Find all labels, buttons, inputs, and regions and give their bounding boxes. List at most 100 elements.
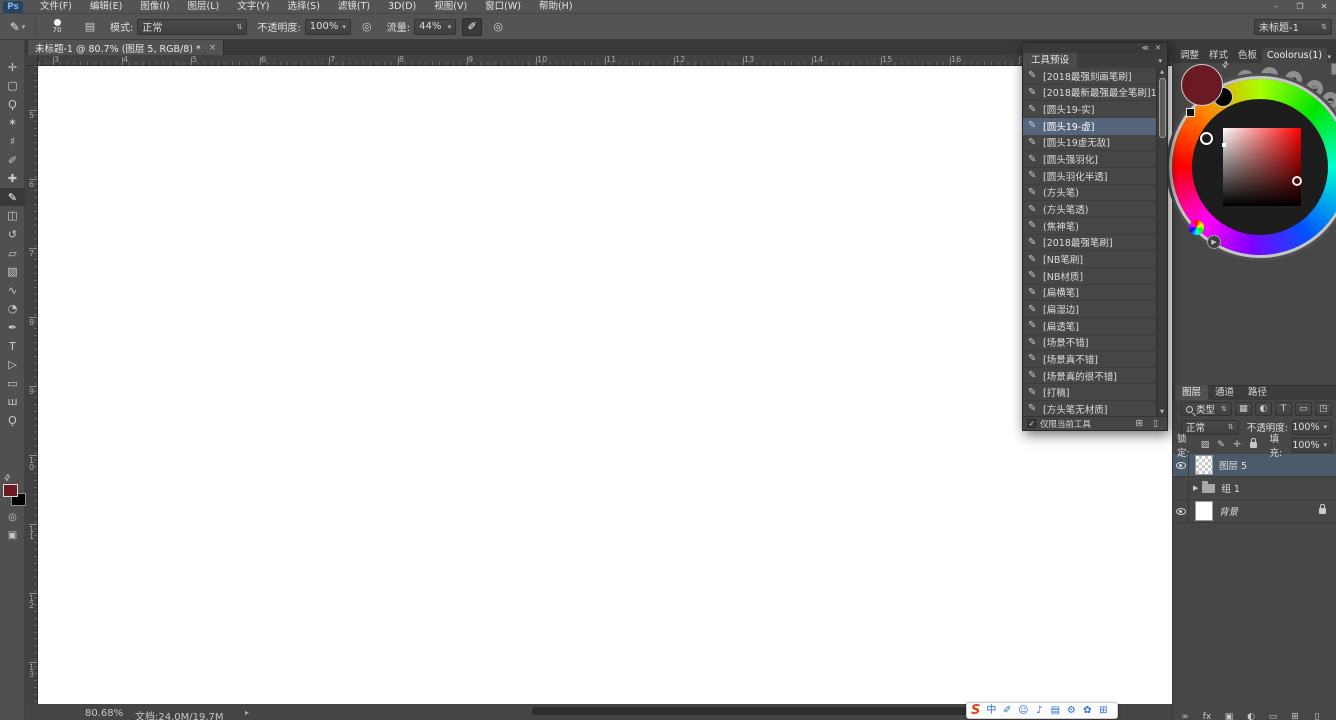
- layer-effects-icon[interactable]: fx: [1196, 712, 1218, 720]
- sv-selector[interactable]: [1292, 176, 1302, 186]
- crop-tool[interactable]: ♯: [0, 132, 25, 150]
- foreground-color-circle[interactable]: [1181, 64, 1223, 106]
- tab-[interactable]: 色板: [1233, 48, 1262, 63]
- swap-colors-icon[interactable]: ⇄: [2, 472, 13, 483]
- hand-tool[interactable]: ш: [0, 393, 25, 411]
- visibility-toggle[interactable]: [1173, 500, 1189, 522]
- menu-item-2[interactable]: 图像(I): [131, 0, 178, 13]
- preset-item[interactable]: ✎ [NB笔刷]: [1023, 251, 1156, 268]
- preset-item[interactable]: ✎ [打稿]: [1023, 384, 1156, 402]
- layer-thumbnail[interactable]: [1195, 501, 1213, 521]
- preset-item[interactable]: ✎ [2018最强笔刷]: [1023, 235, 1156, 252]
- minimize-button[interactable]: –: [1264, 0, 1288, 13]
- filter-type-icon[interactable]: T: [1275, 402, 1292, 416]
- tab-[interactable]: 样式: [1204, 48, 1233, 63]
- menu-item-3[interactable]: 图层(L): [179, 0, 229, 13]
- close-button[interactable]: ✕: [1312, 0, 1336, 13]
- status-menu-icon[interactable]: ▸: [245, 708, 249, 717]
- preset-item[interactable]: ✎ [圆头19虚无敌]: [1023, 135, 1156, 152]
- layer-thumbnail[interactable]: [1195, 455, 1213, 475]
- ime-tools-icon[interactable]: ⚙: [1063, 705, 1079, 716]
- close-panel-icon[interactable]: ✕: [1155, 44, 1161, 52]
- workspace-select[interactable]: 未标题-1 ⇅: [1254, 18, 1332, 35]
- brush-tool[interactable]: ✎: [0, 188, 25, 207]
- pressure-size-icon[interactable]: ◎: [488, 18, 508, 36]
- preset-item[interactable]: ✎ [场景真不错]: [1023, 351, 1156, 368]
- layer-opacity-select[interactable]: 100% ▾: [1292, 419, 1332, 435]
- blend-mode-select[interactable]: 正常 ⇅: [137, 18, 248, 35]
- saturation-value-square[interactable]: [1223, 128, 1301, 206]
- quick-mask-button[interactable]: ◎: [0, 512, 25, 528]
- tab-[interactable]: 调整: [1175, 48, 1204, 63]
- menu-item-7[interactable]: 3D(D): [379, 0, 425, 13]
- gradient-tool[interactable]: ▧: [0, 263, 25, 281]
- visibility-toggle[interactable]: [1173, 477, 1189, 499]
- tab-tool-presets[interactable]: 工具预设: [1023, 53, 1078, 68]
- preset-item[interactable]: ✎ [NB材质]: [1023, 268, 1156, 285]
- lock-paint-icon[interactable]: ✎: [1215, 439, 1228, 452]
- preset-item[interactable]: ✎ [2018最强刻画笔刷]: [1023, 68, 1156, 85]
- preset-item[interactable]: ✎ (焦神笔): [1023, 218, 1156, 235]
- marquee-tool[interactable]: ▢: [0, 77, 25, 95]
- ime-handwriting-icon[interactable]: ✐: [999, 705, 1015, 716]
- preset-item[interactable]: ✎ [圆头19-虚]: [1023, 117, 1156, 135]
- preset-item[interactable]: ✎ [扁透笔]: [1023, 318, 1156, 335]
- brush-tool-preview[interactable]: ✎ ▾: [4, 16, 36, 37]
- hue-ring-selector[interactable]: [1200, 132, 1213, 145]
- move-tool[interactable]: ✛: [0, 58, 25, 76]
- toggle-brush-panel-button[interactable]: ▤: [80, 18, 100, 36]
- path-select-tool[interactable]: ▷: [0, 356, 25, 374]
- scroll-up-icon[interactable]: ▲: [1160, 68, 1164, 76]
- lock-transparency-icon[interactable]: ▨: [1199, 439, 1212, 452]
- color-wheel-mode-icon[interactable]: [1189, 220, 1204, 235]
- menu-item-5[interactable]: 选择(S): [278, 0, 328, 13]
- foreground-color-swatch[interactable]: [3, 484, 18, 497]
- restore-button[interactable]: ❐: [1288, 0, 1312, 13]
- preset-item[interactable]: ✎ [圆头羽化半透]: [1023, 168, 1156, 185]
- horizontal-scrollbar[interactable]: [532, 707, 968, 715]
- preset-scrollbar[interactable]: ▲ ▼: [1156, 68, 1167, 416]
- ime-mode-chinese[interactable]: 中: [983, 705, 999, 716]
- preset-item[interactable]: ✎ (方头笔透): [1023, 201, 1156, 218]
- tab-1[interactable]: 通道: [1208, 385, 1241, 400]
- preset-item[interactable]: ✎ (方头笔): [1023, 185, 1156, 202]
- flow-select[interactable]: 44% ▾: [414, 18, 457, 35]
- canvas[interactable]: [38, 66, 1172, 704]
- dodge-tool[interactable]: ◔: [0, 300, 25, 318]
- pen-tool[interactable]: ✒: [0, 318, 25, 336]
- current-tool-only-checkbox[interactable]: ✓: [1027, 419, 1036, 428]
- filter-pixel-icon[interactable]: ▦: [1235, 402, 1252, 416]
- panel-menu-icon[interactable]: ▾: [1327, 53, 1336, 63]
- type-tool[interactable]: T: [0, 337, 25, 355]
- visibility-toggle[interactable]: [1173, 454, 1189, 476]
- tab-2[interactable]: 路径: [1241, 385, 1274, 400]
- sogou-logo[interactable]: S: [971, 704, 980, 717]
- delete-layer-icon[interactable]: ▯: [1306, 712, 1328, 720]
- close-document-icon[interactable]: ×: [209, 43, 217, 53]
- zoom-tool[interactable]: Ǫ: [0, 411, 25, 429]
- scroll-down-icon[interactable]: ▼: [1160, 408, 1164, 416]
- brush-size-picker[interactable]: 70: [40, 17, 74, 37]
- ime-toolbox-icon[interactable]: ⊞: [1095, 705, 1111, 716]
- eyedropper-tool[interactable]: ✐: [0, 151, 25, 169]
- document-tab[interactable]: 未标题-1 @ 80.7% (图层 5, RGB/8) * ×: [28, 40, 225, 55]
- menu-item-8[interactable]: 视图(V): [425, 0, 476, 13]
- menu-item-6[interactable]: 滤镜(T): [329, 0, 379, 13]
- menu-item-9[interactable]: 窗口(W): [476, 0, 530, 13]
- harmony-grid-icon[interactable]: [1331, 63, 1336, 75]
- preset-item[interactable]: ✎ [扁横笔]: [1023, 285, 1156, 302]
- pressure-opacity-icon[interactable]: ◎: [357, 18, 377, 36]
- menu-item-4[interactable]: 文字(Y): [228, 0, 278, 13]
- lock-all-icon[interactable]: [1247, 438, 1260, 452]
- layer-filter-select[interactable]: 类型 ⇅: [1181, 402, 1232, 416]
- adjustment-layer-icon[interactable]: ◐: [1240, 712, 1262, 720]
- rectangle-tool[interactable]: ▭: [0, 374, 25, 392]
- ime-voice-icon[interactable]: ♪: [1031, 705, 1047, 716]
- magic-wand-tool[interactable]: ✶: [0, 114, 25, 132]
- scrollbar-thumb[interactable]: [1158, 78, 1166, 138]
- preset-item[interactable]: ✎ [圆头强羽化]: [1023, 151, 1156, 168]
- layer-row[interactable]: 背景: [1173, 500, 1336, 523]
- lock-move-icon[interactable]: ✛: [1231, 439, 1244, 452]
- default-colors-icon[interactable]: [1186, 108, 1195, 117]
- smudge-tool[interactable]: ∿: [0, 281, 25, 299]
